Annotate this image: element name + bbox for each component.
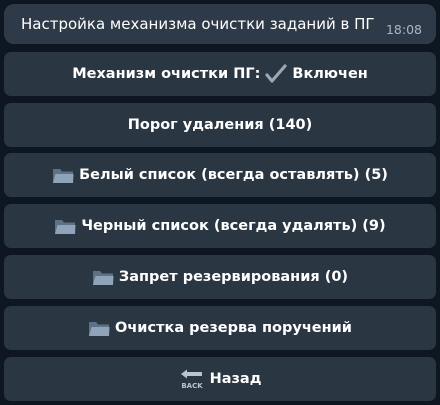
reserve-ban-label: Запрет резервирования (0) [118, 269, 349, 285]
whitelist-label: Белый список (всегда оставлять) (5) [79, 167, 388, 183]
back-arrow-icon: BACK [179, 368, 205, 390]
back-label: Назад [209, 371, 262, 387]
reserve-cleanup-label: Очистка резерва поручений [115, 320, 352, 336]
mechanism-status: Включен [292, 66, 368, 82]
whitelist-button[interactable]: Белый список (всегда оставлять) (5) [4, 153, 436, 197]
mechanism-label: Механизм очистки ПГ: [72, 66, 261, 82]
blacklist-button[interactable]: Черный список (всегда удалять) (9) [4, 204, 436, 248]
threshold-label: Порог удаления (140) [127, 117, 313, 133]
folder-icon [54, 217, 76, 236]
folder-icon [92, 268, 114, 287]
mechanism-toggle-button[interactable]: Механизм очистки ПГ: Включен [4, 52, 436, 96]
reserve-ban-button[interactable]: Запрет резервирования (0) [4, 255, 436, 299]
message-text: Настройка механизма очистки заданий в ПГ [21, 15, 375, 33]
folder-icon [52, 166, 74, 185]
folder-icon [88, 319, 110, 338]
message-bubble: Настройка механизма очистки заданий в ПГ… [4, 4, 436, 44]
back-button[interactable]: BACK Назад [4, 357, 436, 401]
reserve-cleanup-button[interactable]: Очистка резерва поручений [4, 306, 436, 350]
back-icon-text: BACK [181, 382, 203, 390]
blacklist-label: Черный список (всегда удалять) (9) [81, 218, 386, 234]
message-time: 18:08 [385, 22, 422, 37]
threshold-button[interactable]: Порог удаления (140) [4, 103, 436, 147]
checkmark-icon [265, 64, 287, 84]
